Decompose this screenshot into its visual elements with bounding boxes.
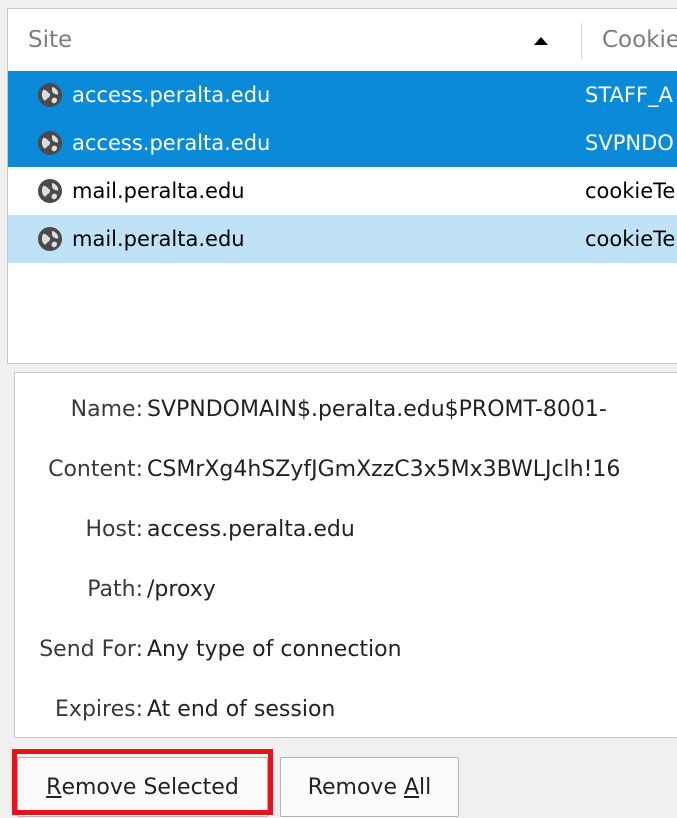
detail-send-for-value: Any type of connection: [147, 637, 402, 662]
detail-content: Content: CSMrXg4hSZyfJGmXzzC3x5Mx3BWLJcl…: [15, 457, 677, 489]
detail-expires: Expires: At end of session: [15, 697, 677, 729]
row-cookie: cookieTe: [585, 227, 676, 251]
cookie-details-panel: Name: SVPNDOMAIN$.peralta.edu$PROMT-8001…: [14, 372, 677, 738]
detail-path-label: Path:: [87, 577, 143, 602]
row-site: access.peralta.edu: [72, 83, 271, 107]
column-header-cookie[interactable]: Cookie: [602, 27, 677, 53]
row-site: access.peralta.edu: [72, 131, 271, 155]
detail-path: Path: /proxy: [15, 577, 677, 609]
detail-path-value: /proxy: [147, 577, 216, 602]
row-cookie: SVPNDO: [585, 131, 674, 155]
column-divider[interactable]: [581, 23, 582, 59]
detail-content-value: CSMrXg4hSZyfJGmXzzC3x5Mx3BWLJclh!16: [147, 457, 621, 482]
detail-host-label: Host:: [85, 517, 143, 542]
sort-ascending-icon[interactable]: [534, 37, 548, 45]
row-site: mail.peralta.edu: [72, 227, 245, 251]
detail-expires-label: Expires:: [55, 697, 143, 722]
detail-send-for: Send For: Any type of connection: [15, 637, 677, 669]
cookie-row[interactable]: access.peralta.edu STAFF_A: [8, 71, 677, 119]
row-cookie: STAFF_A: [585, 83, 673, 107]
cookie-list[interactable]: Site Cookie access.peralta.edu STAFF_A a…: [7, 8, 677, 364]
row-site: mail.peralta.edu: [72, 179, 245, 203]
globe-icon: [38, 179, 62, 203]
cookie-row[interactable]: mail.peralta.edu cookieTe: [8, 215, 677, 263]
detail-content-label: Content:: [48, 457, 143, 482]
detail-host: Host: access.peralta.edu: [15, 517, 677, 549]
detail-send-for-label: Send For:: [39, 637, 143, 662]
detail-name-label: Name:: [70, 397, 143, 422]
detail-expires-value: At end of session: [147, 697, 336, 722]
remove-all-label-rest: ll: [419, 774, 432, 800]
remove-selected-button[interactable]: Remove Selected: [17, 757, 268, 817]
detail-name: Name: SVPNDOMAIN$.peralta.edu$PROMT-8001…: [15, 397, 677, 429]
column-header-site[interactable]: Site: [28, 27, 72, 53]
detail-host-value: access.peralta.edu: [147, 517, 355, 542]
remove-all-mnemonic: A: [403, 774, 420, 800]
list-header: Site Cookie: [8, 9, 677, 72]
detail-name-value: SVPNDOMAIN$.peralta.edu$PROMT-8001-: [147, 397, 607, 422]
remove-all-label-pre: Remove: [307, 774, 404, 800]
row-cookie: cookieTe: [585, 179, 676, 203]
globe-icon: [38, 131, 62, 155]
globe-icon: [38, 227, 62, 251]
cookie-row[interactable]: mail.peralta.edu cookieTe: [8, 167, 677, 215]
cookie-rows: access.peralta.edu STAFF_A access.peralt…: [8, 71, 677, 263]
cookie-row[interactable]: access.peralta.edu SVPNDO: [8, 119, 677, 167]
remove-all-button[interactable]: Remove All: [280, 757, 459, 817]
globe-icon: [38, 83, 62, 107]
remove-selected-mnemonic: R: [46, 774, 62, 800]
remove-selected-label: emove Selected: [61, 774, 239, 800]
